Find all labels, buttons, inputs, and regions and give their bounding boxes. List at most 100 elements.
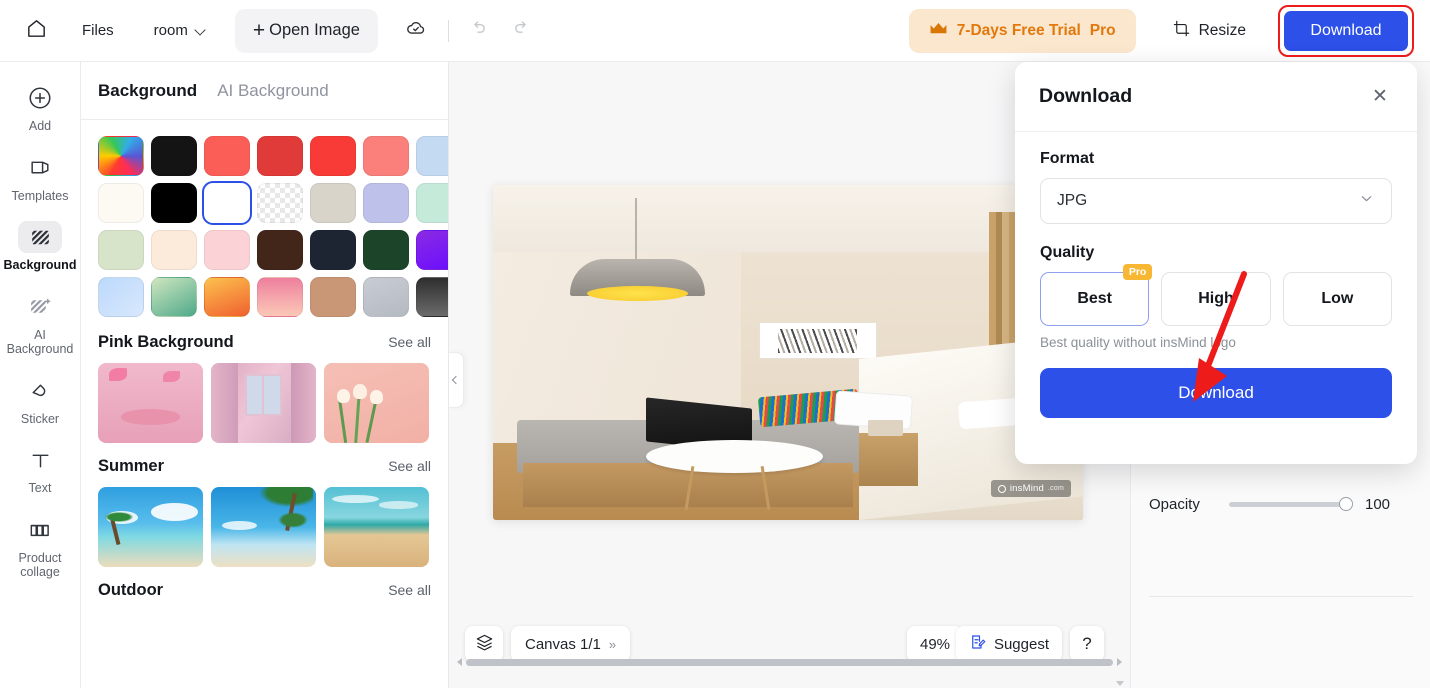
rail-label-ai-background: AI Background (6, 327, 74, 357)
download-button[interactable]: Download (1284, 10, 1408, 51)
background-hatch-icon (18, 221, 62, 253)
quality-hint: Best quality without insMind logo (1040, 335, 1236, 350)
collapse-panel-button[interactable] (449, 352, 464, 408)
swatch-warm-grey[interactable] (310, 183, 356, 223)
thumb-pink-tulips[interactable] (324, 363, 429, 443)
see-all-summer[interactable]: See all (388, 458, 431, 474)
product-collage-icon (18, 514, 62, 546)
cloud-save-button[interactable] (400, 15, 432, 47)
swatch-silver[interactable] (363, 277, 409, 317)
swatch-ivory[interactable] (98, 183, 144, 223)
rail-item-templates[interactable]: Templates (6, 146, 74, 208)
swatch-pure-red[interactable] (310, 136, 356, 176)
swatch-green-gradient[interactable] (151, 277, 197, 317)
free-trial-label: 7-Days Free Trial (956, 21, 1081, 39)
swatch-sky-gradient[interactable] (98, 277, 144, 317)
download-dialog-header: Download ✕ (1015, 62, 1417, 132)
chevron-left-icon (451, 375, 461, 385)
swatch-periwinkle[interactable] (363, 183, 409, 223)
format-select[interactable]: JPG (1040, 178, 1392, 224)
opacity-slider-track (1229, 501, 1351, 507)
rail-item-text[interactable]: Text (6, 438, 74, 500)
undo-button[interactable] (463, 16, 493, 46)
quality-option-label: High (1198, 290, 1234, 307)
swatch-salmon[interactable] (363, 136, 409, 176)
swatch-navy-charcoal[interactable] (310, 230, 356, 270)
swatch-coral-red[interactable] (204, 136, 250, 176)
home-icon (25, 17, 48, 45)
rail-item-ai-background[interactable]: AI Background (6, 285, 74, 361)
swatch-powder-blue[interactable] (416, 136, 448, 176)
rail-item-add[interactable]: Add (6, 76, 74, 138)
see-all-pink-background[interactable]: See all (388, 334, 431, 350)
swatch-rainbow-picker[interactable] (98, 136, 144, 176)
swatch-blush-pink[interactable] (204, 230, 250, 270)
dialog-download-button[interactable]: Download (1040, 368, 1392, 418)
resize-icon (1172, 19, 1191, 43)
thumb-pink-podium[interactable] (98, 363, 203, 443)
tab-ai-background[interactable]: AI Background (217, 81, 329, 101)
swatch-sage[interactable] (98, 230, 144, 270)
swatch-peach-cream[interactable] (151, 230, 197, 270)
rail-label-text: Text (28, 481, 52, 495)
color-swatch-grid (98, 136, 448, 317)
files-menu[interactable]: Files (72, 16, 124, 45)
chevron-down-icon (1358, 190, 1375, 212)
swatch-near-black[interactable] (151, 136, 197, 176)
swatch-orange-gradient[interactable] (204, 277, 250, 317)
suggest-note-icon (969, 633, 987, 655)
swatch-mint[interactable] (416, 183, 448, 223)
open-image-button[interactable]: + Open Image (234, 8, 378, 53)
thumb-pink-curtain-window[interactable] (211, 363, 316, 443)
thumb-sand-sea[interactable] (324, 487, 429, 567)
swatch-black[interactable] (151, 183, 197, 223)
rail-item-sticker[interactable]: Sticker (6, 369, 74, 431)
pro-badge: Pro (1122, 264, 1153, 280)
opacity-slider-knob[interactable] (1339, 497, 1353, 511)
close-icon[interactable]: ✕ (1367, 84, 1393, 110)
insmind-editor: Files room + Open Image 7-Days Free Tria… (0, 0, 1430, 688)
quality-label: Quality (1040, 244, 1095, 261)
swatch-violet[interactable] (416, 230, 448, 270)
thumb-row-pink-background (98, 363, 431, 443)
resize-button[interactable]: Resize (1162, 11, 1256, 51)
horizontal-scroll-thumb[interactable] (466, 658, 1113, 666)
scroll-down-arrow-icon[interactable] (1116, 681, 1124, 686)
tab-background[interactable]: Background (98, 81, 197, 101)
swatch-transparent[interactable] (257, 183, 303, 223)
section-title: Summer (98, 457, 165, 475)
thumb-beach-palm[interactable] (98, 487, 203, 567)
section-title: Outdoor (98, 581, 164, 599)
canvas-artboard[interactable]: insMind .com (493, 185, 1083, 520)
swatch-dark-brown[interactable] (257, 230, 303, 270)
swatch-white[interactable] (204, 183, 250, 223)
double-chevron-right-icon: » (608, 636, 617, 652)
swatch-brick-red[interactable] (257, 136, 303, 176)
text-icon (18, 444, 62, 476)
swatch-graphite[interactable] (416, 277, 448, 317)
swatch-forest-green[interactable] (363, 230, 409, 270)
opacity-value[interactable]: 100 (1365, 496, 1390, 513)
plus-circle-icon (18, 82, 62, 114)
swatch-pink-gradient[interactable] (257, 277, 303, 317)
see-all-outdoor[interactable]: See all (388, 582, 431, 598)
watermark-logo-icon (997, 484, 1006, 493)
quality-option-best[interactable]: Pro Best (1040, 264, 1153, 326)
canvas-horizontal-scrollbar[interactable] (457, 656, 1122, 668)
redo-button[interactable] (507, 16, 537, 46)
opacity-slider[interactable] (1229, 495, 1353, 513)
rail-label-background: Background (3, 258, 77, 272)
quality-option-high[interactable]: High (1161, 272, 1271, 326)
rail-item-product-collage[interactable]: Product collage (6, 508, 74, 584)
rail-label-sticker: Sticker (20, 411, 60, 426)
document-name-menu[interactable]: room (146, 16, 215, 45)
pro-label: Pro (1089, 21, 1116, 39)
swatch-tan[interactable] (310, 277, 356, 317)
scroll-left-arrow-icon[interactable] (457, 658, 462, 666)
free-trial-button[interactable]: 7-Days Free Trial Pro (908, 8, 1136, 53)
thumb-palm-shore[interactable] (211, 487, 316, 567)
rail-item-background[interactable]: Background (3, 215, 77, 277)
home-button[interactable] (14, 9, 58, 53)
watermark-text: insMind (1009, 483, 1045, 494)
quality-option-low[interactable]: Low (1282, 272, 1392, 326)
